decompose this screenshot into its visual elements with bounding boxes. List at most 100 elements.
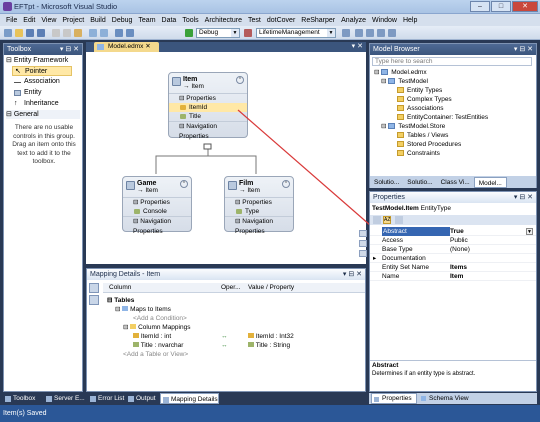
toolbox-item-pointer[interactable]: ↖ Pointer — [12, 66, 72, 76]
menu-debug[interactable]: Debug — [109, 17, 136, 24]
mapping-value-itemid[interactable]: ItemId : Int32 — [248, 332, 294, 341]
mapping-value-title[interactable]: Title : String — [248, 341, 290, 350]
collapse-icon[interactable]: ⌃ — [282, 180, 290, 188]
tab-toolbox[interactable]: Toolbox — [3, 393, 35, 404]
tab-error-list[interactable]: Error List — [88, 393, 124, 404]
tab-class-view[interactable]: Class Vi... — [437, 177, 474, 188]
tree-item-stored-procedures[interactable]: Stored Procedures — [397, 140, 461, 149]
navigation-properties-section[interactable]: ⊟ Navigation Properties — [123, 216, 191, 235]
tree-item-constraints[interactable]: Constraints — [397, 149, 440, 158]
close-button[interactable]: ✕ — [512, 1, 538, 12]
menu-dotcover[interactable]: dotCover — [264, 17, 298, 24]
menu-tools[interactable]: Tools — [179, 17, 201, 24]
toolbox-item-inheritance[interactable]: ↑ Inheritance — [12, 99, 72, 109]
tab-solution-explorer[interactable]: Solutio... — [370, 177, 403, 188]
open-icon[interactable] — [15, 29, 23, 37]
mapping-row-add-table[interactable]: <Add a Table or View> — [123, 350, 188, 359]
mapping-row-maps-to-items[interactable]: ⊟ Maps to Items — [115, 305, 171, 314]
menu-build[interactable]: Build — [87, 17, 109, 24]
copy-icon[interactable] — [63, 29, 71, 37]
property-row-entity-set-name[interactable]: Entity Set Name Items — [370, 263, 536, 272]
navigation-properties-section[interactable]: ⊟ Navigation Properties — [169, 121, 247, 140]
save-icon[interactable] — [26, 29, 34, 37]
menu-window[interactable]: Window — [369, 17, 400, 24]
tab-output[interactable]: Output — [126, 393, 156, 404]
properties-section[interactable]: ⊟ Properties — [169, 93, 247, 103]
tab-mapping-details[interactable]: Mapping Details — [160, 393, 219, 404]
new-project-icon[interactable] — [4, 29, 12, 37]
map-entity-icon[interactable] — [89, 283, 99, 293]
property-row-documentation[interactable]: ▸ Documentation — [370, 254, 536, 263]
tab-properties[interactable]: Properties — [371, 393, 417, 404]
properties-window-icon[interactable] — [366, 29, 374, 37]
chevron-down-icon[interactable]: ▼ — [526, 228, 533, 235]
save-all-icon[interactable] — [37, 29, 45, 37]
tree-item-associations[interactable]: Associations — [397, 104, 444, 113]
property-row-access[interactable]: Access Public — [370, 236, 536, 245]
entity-item[interactable]: Item → Item ⌃ ⊟ Properties ItemId Title ⊟ … — [168, 72, 248, 140]
navigate-back-icon[interactable] — [115, 29, 123, 37]
object-browser-icon[interactable] — [377, 29, 385, 37]
document-close-icon[interactable]: ▾ ✕ — [352, 42, 363, 50]
mapping-row-column-mappings[interactable]: ⊟ Column Mappings — [123, 323, 190, 332]
pin-icon[interactable]: ▾ ⊟ ✕ — [514, 44, 533, 55]
alphabetical-icon[interactable]: AZ — [383, 216, 391, 224]
mapping-row-itemid[interactable]: ItemId : int — [133, 332, 171, 341]
menu-test[interactable]: Test — [245, 17, 264, 24]
categorized-icon[interactable] — [373, 216, 381, 224]
toolbox-item-association[interactable]: Association — [12, 77, 72, 87]
minimize-button[interactable]: – — [470, 1, 490, 12]
menu-view[interactable]: View — [38, 17, 59, 24]
paste-icon[interactable] — [74, 29, 82, 37]
property-title[interactable]: Title — [169, 112, 247, 121]
tree-item-tables-views[interactable]: Tables / Views — [397, 131, 448, 140]
property-pages-icon[interactable] — [395, 216, 403, 224]
pin-icon[interactable]: ▾ ⊟ ✕ — [60, 44, 79, 55]
toolbox-group-general[interactable]: ⊟ General — [6, 110, 80, 119]
property-console[interactable]: Console — [123, 207, 191, 216]
menu-team[interactable]: Team — [135, 17, 158, 24]
collapse-icon[interactable]: ⌃ — [236, 76, 244, 84]
find-select[interactable]: LifetimeManagement ▼ — [256, 28, 336, 38]
entity-designer-canvas[interactable]: Item → Item ⌃ ⊟ Properties ItemId Title ⊟ … — [86, 52, 366, 264]
tab-model-edmx[interactable]: Model.edmx ✕ — [94, 42, 159, 52]
tree-item-entity-types[interactable]: Entity Types — [397, 86, 442, 95]
maximize-button[interactable]: □ — [491, 1, 511, 12]
find-icon[interactable] — [244, 29, 252, 37]
menu-analyze[interactable]: Analyze — [338, 17, 369, 24]
tab-server-explorer[interactable]: Server E... — [44, 393, 85, 404]
tree-item-entity-container[interactable]: EntityContainer: TestEntities — [397, 113, 488, 122]
tree-item-model-edmx[interactable]: ⊟ Model.edmx — [374, 68, 427, 77]
property-itemid[interactable]: ItemId — [169, 103, 247, 112]
zoom-fit-icon[interactable] — [359, 240, 367, 247]
tree-item-testmodel[interactable]: ⊟ TestModel — [381, 77, 428, 86]
pin-icon[interactable]: ▾ ⊟ ✕ — [343, 269, 362, 280]
property-row-name[interactable]: Name Item — [370, 272, 536, 281]
mapping-row-tables[interactable]: ⊟ Tables — [107, 296, 134, 305]
redo-icon[interactable] — [100, 29, 108, 37]
entity-film[interactable]: Film → Item ⌃ ⊟ Properties Type ⊟ Navigati… — [224, 176, 294, 235]
tree-item-testmodel-store[interactable]: ⊟ TestModel.Store — [381, 122, 445, 131]
property-row-abstract[interactable]: Abstract True ▼ — [370, 227, 536, 236]
tab-solution-navigator[interactable]: Solutio... — [403, 177, 436, 188]
mapping-row-add-condition[interactable]: <Add a Condition> — [133, 314, 187, 323]
solution-explorer-icon[interactable] — [355, 29, 363, 37]
toolbox-group-entity-framework[interactable]: ⊟ Entity Framework — [6, 56, 68, 65]
toolbox-item-entity[interactable]: Entity — [12, 88, 72, 98]
property-row-base-type[interactable]: Base Type (None) — [370, 245, 536, 254]
menu-data[interactable]: Data — [159, 17, 180, 24]
zoom-out-icon[interactable] — [359, 250, 367, 257]
menu-help[interactable]: Help — [400, 17, 420, 24]
properties-section[interactable]: ⊟ Properties — [225, 197, 293, 207]
properties-section[interactable]: ⊟ Properties — [123, 197, 191, 207]
find-in-files-icon[interactable] — [342, 29, 350, 37]
map-functions-icon[interactable] — [89, 295, 99, 305]
menu-edit[interactable]: Edit — [20, 17, 38, 24]
collapse-icon[interactable]: ⌃ — [180, 180, 188, 188]
toolbox-icon[interactable] — [388, 29, 396, 37]
navigate-forward-icon[interactable] — [126, 29, 134, 37]
expand-icon[interactable]: ▸ — [373, 254, 376, 263]
property-type[interactable]: Type — [225, 207, 293, 216]
menu-file[interactable]: File — [3, 17, 20, 24]
start-debugging-icon[interactable] — [185, 29, 193, 37]
